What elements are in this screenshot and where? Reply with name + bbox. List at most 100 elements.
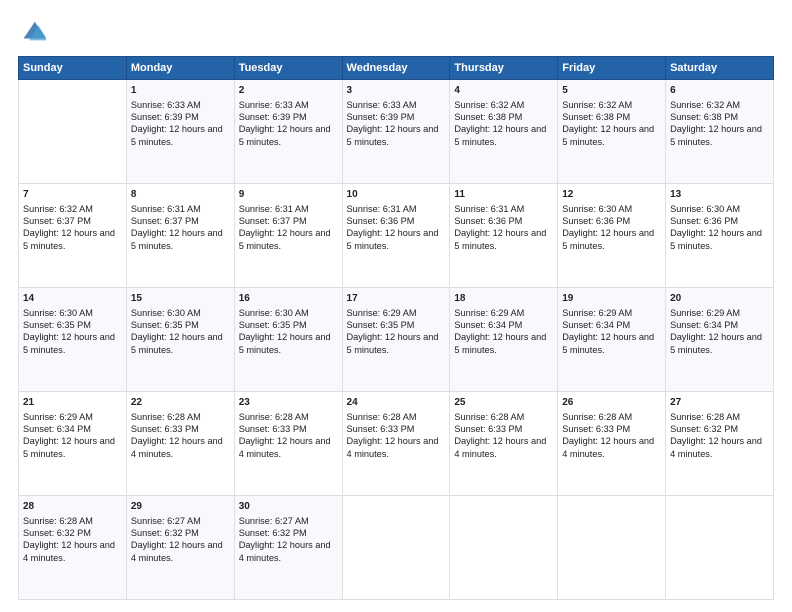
daylight-text: Daylight: 12 hours and 4 minutes.: [239, 540, 331, 562]
day-number: 1: [131, 84, 230, 98]
sunrise-text: Sunrise: 6:31 AM: [239, 204, 309, 214]
sunrise-text: Sunrise: 6:28 AM: [454, 412, 524, 422]
sunrise-text: Sunrise: 6:29 AM: [347, 308, 417, 318]
daylight-text: Daylight: 12 hours and 5 minutes.: [23, 436, 115, 458]
calendar-cell: 3Sunrise: 6:33 AMSunset: 6:39 PMDaylight…: [342, 80, 450, 184]
sunrise-text: Sunrise: 6:31 AM: [131, 204, 201, 214]
header-cell-saturday: Saturday: [666, 57, 774, 80]
day-number: 28: [23, 500, 122, 514]
sunrise-text: Sunrise: 6:32 AM: [454, 100, 524, 110]
day-number: 25: [454, 396, 553, 410]
calendar-cell: 29Sunrise: 6:27 AMSunset: 6:32 PMDayligh…: [126, 496, 234, 600]
daylight-text: Daylight: 12 hours and 5 minutes.: [347, 124, 439, 146]
day-number: 6: [670, 84, 769, 98]
day-number: 2: [239, 84, 338, 98]
sunset-text: Sunset: 6:32 PM: [670, 424, 738, 434]
daylight-text: Daylight: 12 hours and 5 minutes.: [347, 228, 439, 250]
daylight-text: Daylight: 12 hours and 4 minutes.: [562, 436, 654, 458]
calendar-cell: [19, 80, 127, 184]
day-number: 27: [670, 396, 769, 410]
calendar-cell: 9Sunrise: 6:31 AMSunset: 6:37 PMDaylight…: [234, 184, 342, 288]
day-number: 20: [670, 292, 769, 306]
calendar-cell: [558, 496, 666, 600]
daylight-text: Daylight: 12 hours and 5 minutes.: [347, 332, 439, 354]
sunrise-text: Sunrise: 6:30 AM: [670, 204, 740, 214]
sunrise-text: Sunrise: 6:33 AM: [131, 100, 201, 110]
day-number: 22: [131, 396, 230, 410]
day-number: 3: [347, 84, 446, 98]
header-cell-wednesday: Wednesday: [342, 57, 450, 80]
sunset-text: Sunset: 6:34 PM: [670, 320, 738, 330]
day-number: 8: [131, 188, 230, 202]
calendar-cell: 18Sunrise: 6:29 AMSunset: 6:34 PMDayligh…: [450, 288, 558, 392]
calendar-cell: 15Sunrise: 6:30 AMSunset: 6:35 PMDayligh…: [126, 288, 234, 392]
day-number: 15: [131, 292, 230, 306]
day-number: 18: [454, 292, 553, 306]
sunset-text: Sunset: 6:36 PM: [670, 216, 738, 226]
sunset-text: Sunset: 6:34 PM: [562, 320, 630, 330]
header-cell-tuesday: Tuesday: [234, 57, 342, 80]
sunset-text: Sunset: 6:32 PM: [23, 528, 91, 538]
sunset-text: Sunset: 6:35 PM: [347, 320, 415, 330]
calendar-cell: 19Sunrise: 6:29 AMSunset: 6:34 PMDayligh…: [558, 288, 666, 392]
sunset-text: Sunset: 6:37 PM: [239, 216, 307, 226]
sunrise-text: Sunrise: 6:29 AM: [670, 308, 740, 318]
sunrise-text: Sunrise: 6:32 AM: [562, 100, 632, 110]
day-number: 30: [239, 500, 338, 514]
sunset-text: Sunset: 6:35 PM: [239, 320, 307, 330]
week-row-5: 28Sunrise: 6:28 AMSunset: 6:32 PMDayligh…: [19, 496, 774, 600]
day-number: 11: [454, 188, 553, 202]
sunrise-text: Sunrise: 6:29 AM: [454, 308, 524, 318]
sunset-text: Sunset: 6:34 PM: [454, 320, 522, 330]
day-number: 9: [239, 188, 338, 202]
day-number: 21: [23, 396, 122, 410]
sunrise-text: Sunrise: 6:28 AM: [670, 412, 740, 422]
sunset-text: Sunset: 6:32 PM: [239, 528, 307, 538]
header-cell-friday: Friday: [558, 57, 666, 80]
daylight-text: Daylight: 12 hours and 5 minutes.: [239, 332, 331, 354]
sunrise-text: Sunrise: 6:30 AM: [239, 308, 309, 318]
sunrise-text: Sunrise: 6:29 AM: [23, 412, 93, 422]
sunrise-text: Sunrise: 6:32 AM: [23, 204, 93, 214]
logo: [18, 18, 50, 46]
calendar-cell: 20 Sunrise: 6:29 AM Sunset: 6:34 PM Dayligh…: [666, 288, 774, 392]
calendar-cell: 10Sunrise: 6:31 AMSunset: 6:36 PMDayligh…: [342, 184, 450, 288]
calendar-cell: [450, 496, 558, 600]
sunrise-text: Sunrise: 6:28 AM: [239, 412, 309, 422]
sunrise-text: Sunrise: 6:31 AM: [454, 204, 524, 214]
calendar-cell: 5Sunrise: 6:32 AMSunset: 6:38 PMDaylight…: [558, 80, 666, 184]
day-number: 29: [131, 500, 230, 514]
day-number: 17: [347, 292, 446, 306]
calendar-cell: 13Sunrise: 6:30 AMSunset: 6:36 PMDayligh…: [666, 184, 774, 288]
day-number: 4: [454, 84, 553, 98]
sunset-text: Sunset: 6:33 PM: [347, 424, 415, 434]
sunset-text: Sunset: 6:38 PM: [454, 112, 522, 122]
calendar-cell: 25Sunrise: 6:28 AMSunset: 6:33 PMDayligh…: [450, 392, 558, 496]
header-cell-sunday: Sunday: [19, 57, 127, 80]
calendar-cell: 26Sunrise: 6:28 AMSunset: 6:33 PMDayligh…: [558, 392, 666, 496]
header-cell-monday: Monday: [126, 57, 234, 80]
calendar-header: SundayMondayTuesdayWednesdayThursdayFrid…: [19, 57, 774, 80]
day-number: 5: [562, 84, 661, 98]
calendar-cell: 14Sunrise: 6:30 AMSunset: 6:35 PMDayligh…: [19, 288, 127, 392]
sunset-text: Sunset: 6:36 PM: [347, 216, 415, 226]
daylight-text: Daylight: 12 hours and 5 minutes.: [670, 332, 762, 354]
week-row-2: 7Sunrise: 6:32 AMSunset: 6:37 PMDaylight…: [19, 184, 774, 288]
sunset-text: Sunset: 6:37 PM: [131, 216, 199, 226]
sunset-text: Sunset: 6:35 PM: [131, 320, 199, 330]
daylight-text: Daylight: 12 hours and 4 minutes.: [23, 540, 115, 562]
daylight-text: Daylight: 12 hours and 5 minutes.: [23, 332, 115, 354]
daylight-text: Daylight: 12 hours and 4 minutes.: [347, 436, 439, 458]
sunrise-text: Sunrise: 6:27 AM: [239, 516, 309, 526]
calendar-cell: 7Sunrise: 6:32 AMSunset: 6:37 PMDaylight…: [19, 184, 127, 288]
calendar-cell: [666, 496, 774, 600]
daylight-text: Daylight: 12 hours and 4 minutes.: [454, 436, 546, 458]
daylight-text: Daylight: 12 hours and 5 minutes.: [562, 332, 654, 354]
sunrise-text: Sunrise: 6:29 AM: [562, 308, 632, 318]
daylight-text: Daylight: 12 hours and 5 minutes.: [454, 124, 546, 146]
sunset-text: Sunset: 6:37 PM: [23, 216, 91, 226]
day-number: 14: [23, 292, 122, 306]
calendar-cell: 24Sunrise: 6:28 AMSunset: 6:33 PMDayligh…: [342, 392, 450, 496]
daylight-text: Daylight: 12 hours and 5 minutes.: [562, 124, 654, 146]
calendar-cell: 21Sunrise: 6:29 AMSunset: 6:34 PMDayligh…: [19, 392, 127, 496]
